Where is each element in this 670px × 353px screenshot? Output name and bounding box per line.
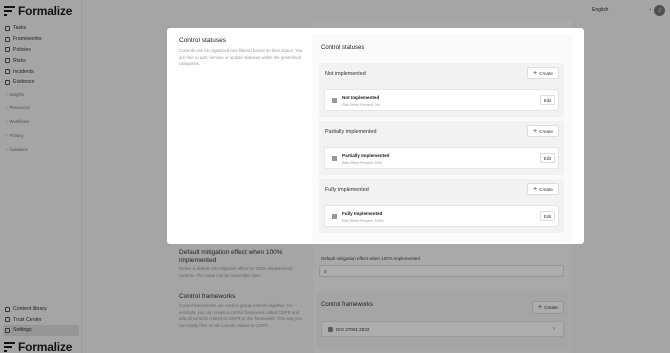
plus-icon: + — [533, 69, 538, 77]
control-statuses-panel: Control statuses Not implemented + Creat… — [312, 35, 573, 242]
modal-description: Controls can be organized and filtered b… — [179, 48, 303, 66]
button-label: Create — [539, 70, 553, 76]
status-name: Partially Implemented — [342, 153, 390, 158]
status-risk-effect: Risk Effect Percent: 50% — [342, 161, 382, 165]
drag-handle-icon[interactable] — [332, 214, 337, 219]
panel-title: Control statuses — [321, 45, 365, 51]
plus-icon: + — [533, 127, 538, 135]
group-title: Partially implemented — [325, 129, 377, 135]
status-risk-effect: Risk Effect Percent: 100% — [342, 219, 384, 223]
button-label: Create — [539, 186, 553, 192]
drag-handle-icon[interactable] — [332, 156, 337, 161]
status-group-not-implemented: Not implemented + Create Not Implemented… — [319, 63, 564, 117]
group-title: Fully implemented — [325, 187, 369, 193]
status-name: Fully Implemented — [342, 211, 383, 216]
group-title: Not implemented — [325, 71, 366, 77]
drag-handle-icon[interactable] — [332, 98, 337, 103]
status-group-fully-implemented: Fully implemented + Create Fully Impleme… — [319, 179, 564, 233]
plus-icon: + — [533, 185, 538, 193]
control-statuses-modal: Control statuses Controls can be organiz… — [167, 28, 584, 244]
create-status-button[interactable]: + Create — [527, 125, 559, 137]
status-risk-effect: Risk Effect Percent: 0% — [342, 103, 380, 107]
edit-status-button[interactable]: Edit — [540, 211, 555, 221]
status-card: Partially Implemented Risk Effect Percen… — [324, 147, 559, 169]
create-status-button[interactable]: + Create — [527, 67, 559, 79]
status-card: Not Implemented Risk Effect Percent: 0% … — [324, 89, 559, 111]
button-label: Create — [539, 128, 553, 134]
status-name: Not Implemented — [342, 95, 380, 100]
status-group-partially-implemented: Partially implemented + Create Partially… — [319, 121, 564, 175]
edit-status-button[interactable]: Edit — [540, 153, 555, 163]
status-card: Fully Implemented Risk Effect Percent: 1… — [324, 205, 559, 227]
modal-title: Control statuses — [179, 37, 226, 44]
create-status-button[interactable]: + Create — [527, 183, 559, 195]
edit-status-button[interactable]: Edit — [540, 95, 555, 105]
